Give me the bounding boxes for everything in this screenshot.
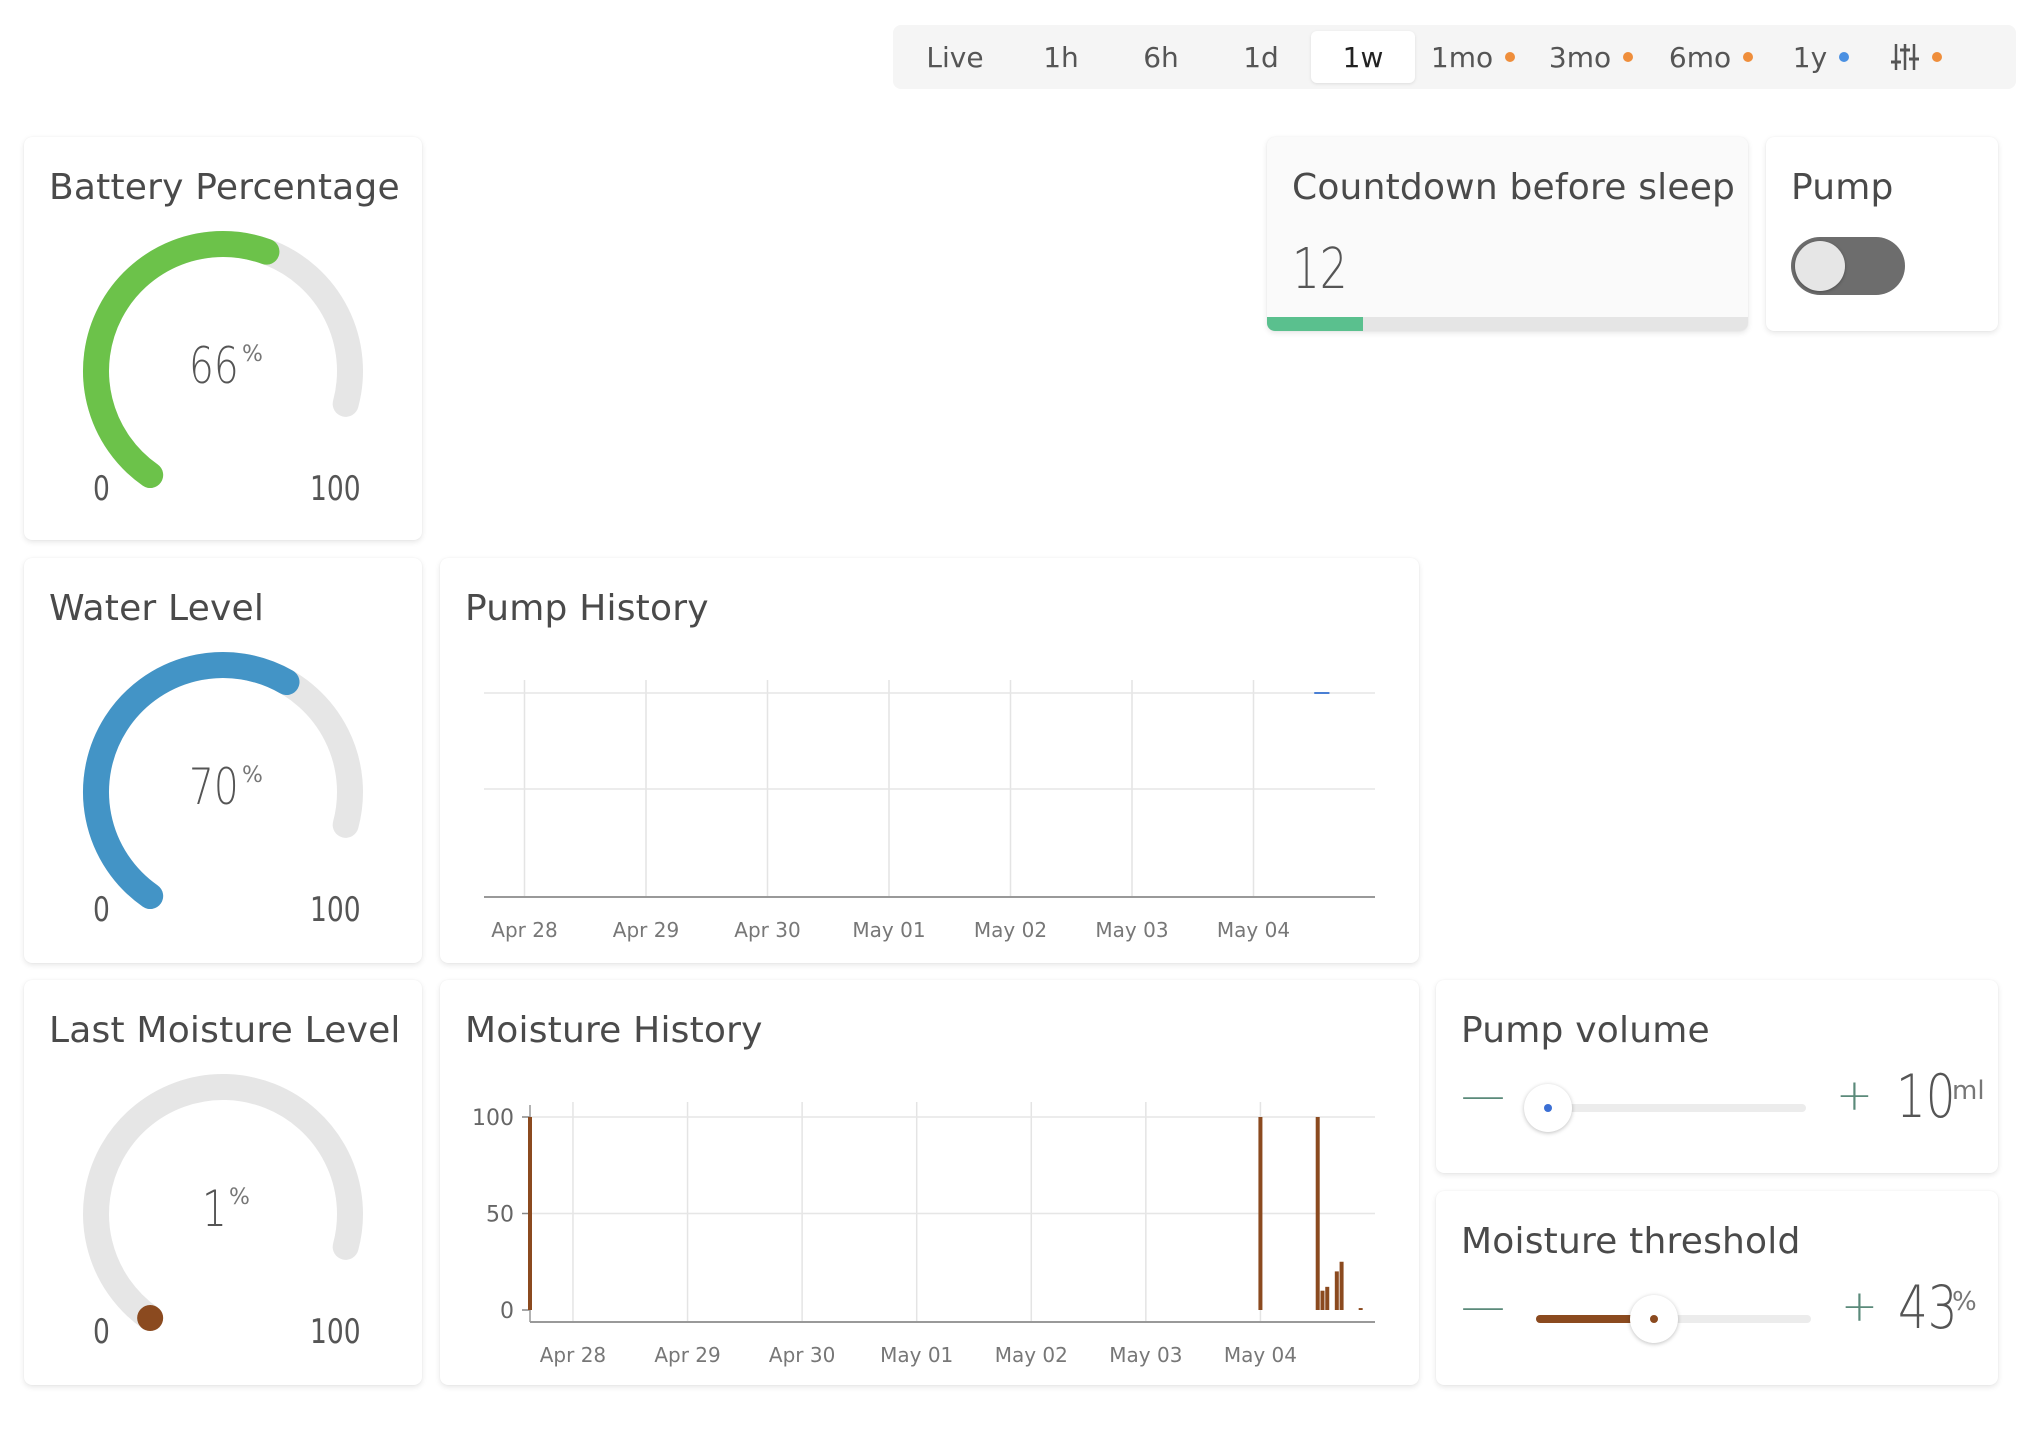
moisture-max: 100 (310, 1312, 361, 1352)
pump-volume-slider[interactable] (1536, 1104, 1806, 1112)
x-tick-label: Apr 29 (654, 1343, 720, 1367)
moisture-history-card: Moisture History Apr 28 Apr 29 Apr 30 May 0… (440, 980, 1419, 1385)
status-dot (1623, 52, 1634, 62)
data-bar (1334, 1271, 1339, 1310)
pump-volume-unit: ml (1952, 1076, 1985, 1106)
countdown-progress (1267, 317, 1748, 331)
time-range-label: 3mo (1548, 40, 1612, 74)
data-bar (528, 1117, 532, 1310)
x-tick-label: May 01 (880, 1343, 953, 1367)
pump-volume-card: Pump volume — + 10 ml (1436, 980, 1998, 1173)
x-tick-label: May 02 (995, 1343, 1068, 1367)
gauge-fill (83, 231, 280, 489)
x-tick-label: Apr 28 (540, 1343, 606, 1367)
time-range-label: 1h (1043, 40, 1079, 74)
moisture-card: Last Moisture Level 1 % 0 100 (24, 980, 422, 1385)
settings-button[interactable] (1871, 31, 1961, 83)
x-tick-label: May 04 (1217, 918, 1290, 942)
y-tick-label: 50 (486, 1203, 514, 1228)
time-range-label: 1w (1342, 40, 1384, 74)
x-tick-label: May 02 (974, 918, 1047, 942)
countdown-card: Countdown before sleep 12 (1267, 137, 1748, 331)
pump-title: Pump (1791, 167, 1894, 208)
pump-toggle[interactable] (1791, 237, 1905, 295)
pump-volume-decrease-button[interactable]: — (1461, 1070, 1505, 1121)
time-range-live[interactable]: Live (899, 31, 1011, 83)
moisture-threshold-unit: % (1952, 1287, 1977, 1317)
moisture-threshold-card: Moisture threshold — + 43 % (1436, 1191, 1998, 1385)
battery-min: 0 (93, 469, 110, 509)
x-tick-label: May 04 (1224, 1343, 1297, 1367)
status-dot (1932, 52, 1942, 62)
time-range-1d[interactable]: 1d (1211, 31, 1311, 83)
status-dot (1505, 52, 1516, 62)
x-tick-label: May 01 (852, 918, 925, 942)
pump-volume-thumb-dot (1544, 1104, 1552, 1112)
battery-unit: % (242, 342, 263, 367)
battery-max: 100 (310, 469, 361, 509)
water-card: Water Level 70 % 0 100 (24, 558, 422, 963)
countdown-progress-fill (1267, 317, 1364, 331)
time-range-6h[interactable]: 6h (1111, 31, 1211, 83)
moisture-threshold-slider-thumb[interactable] (1630, 1295, 1679, 1343)
moisture-threshold-increase-button[interactable]: + (1841, 1281, 1878, 1332)
pump-card: Pump (1766, 137, 1998, 331)
x-tick-label: May 03 (1109, 1343, 1182, 1367)
countdown-title: Countdown before sleep (1292, 167, 1736, 208)
time-range-label: Live (926, 40, 984, 74)
moisture-threshold-title: Moisture threshold (1461, 1221, 1801, 1262)
time-range-1y[interactable]: 1y (1771, 31, 1871, 83)
time-range-1mo[interactable]: 1mo (1415, 31, 1531, 83)
time-range-label: 1d (1243, 40, 1279, 74)
data-bar (1325, 1286, 1330, 1310)
sliders-icon (1891, 44, 1919, 70)
moisture-value: 1 (202, 1180, 227, 1238)
gauge-fill (137, 1305, 164, 1332)
data-bar (1315, 1117, 1320, 1310)
data-bar (1320, 1290, 1325, 1310)
x-tick-label: Apr 29 (613, 918, 679, 942)
time-range-label: 6h (1143, 40, 1179, 74)
status-dot (1839, 52, 1850, 62)
time-range-label: 1y (1792, 40, 1828, 74)
moisture-history-chart: Apr 28 Apr 29 Apr 30 May 01 May 02 May 03 May … (472, 1102, 1375, 1367)
data-bar (1258, 1117, 1263, 1310)
time-range-1w[interactable]: 1w (1311, 31, 1415, 83)
x-tick-label: Apr 30 (734, 918, 800, 942)
pump-toggle-knob (1795, 241, 1845, 291)
pump-volume-value: 10 (1896, 1062, 1956, 1132)
x-tick-label: May 03 (1095, 918, 1168, 942)
time-range-toolbar: Live 1h 6h 1d 1w 1mo 3mo 6mo 1y (893, 25, 2016, 89)
water-min: 0 (93, 890, 110, 930)
pump-volume-slider-thumb[interactable] (1524, 1084, 1572, 1132)
time-range-1h[interactable]: 1h (1011, 31, 1111, 83)
x-tick-label: Apr 28 (491, 918, 557, 942)
y-tick-label: 100 (472, 1106, 514, 1131)
pump-history-card: Pump History Apr 28 Apr 29 Apr 30 May 01 May… (440, 558, 1419, 963)
data-bar (1339, 1261, 1344, 1310)
moisture-unit: % (229, 1185, 250, 1210)
moisture-threshold-thumb-dot (1650, 1315, 1659, 1323)
pump-volume-increase-button[interactable]: + (1836, 1070, 1873, 1121)
time-range-label: 6mo (1668, 40, 1732, 74)
battery-card: Battery Percentage 66 % 0 100 (24, 137, 422, 540)
water-unit: % (242, 763, 263, 788)
countdown-value: 12 (1292, 237, 1348, 302)
moisture-min: 0 (93, 1312, 110, 1352)
x-tick-label: Apr 30 (769, 1343, 835, 1367)
y-tick-label: 0 (500, 1299, 514, 1324)
status-dot (1743, 52, 1754, 62)
battery-value: 66 (189, 337, 239, 395)
water-max: 100 (310, 890, 361, 930)
water-value: 70 (189, 758, 239, 816)
moisture-threshold-decrease-button[interactable]: — (1461, 1281, 1505, 1332)
data-bar (1358, 1308, 1363, 1310)
pump-volume-title: Pump volume (1461, 1010, 1710, 1051)
time-range-6mo[interactable]: 6mo (1651, 31, 1771, 83)
moisture-threshold-value: 43 (1898, 1273, 1958, 1343)
time-range-label: 1mo (1430, 40, 1494, 74)
pump-history-chart: Apr 28 Apr 29 Apr 30 May 01 May 02 May 03 May … (484, 680, 1375, 942)
time-range-3mo[interactable]: 3mo (1531, 31, 1651, 83)
